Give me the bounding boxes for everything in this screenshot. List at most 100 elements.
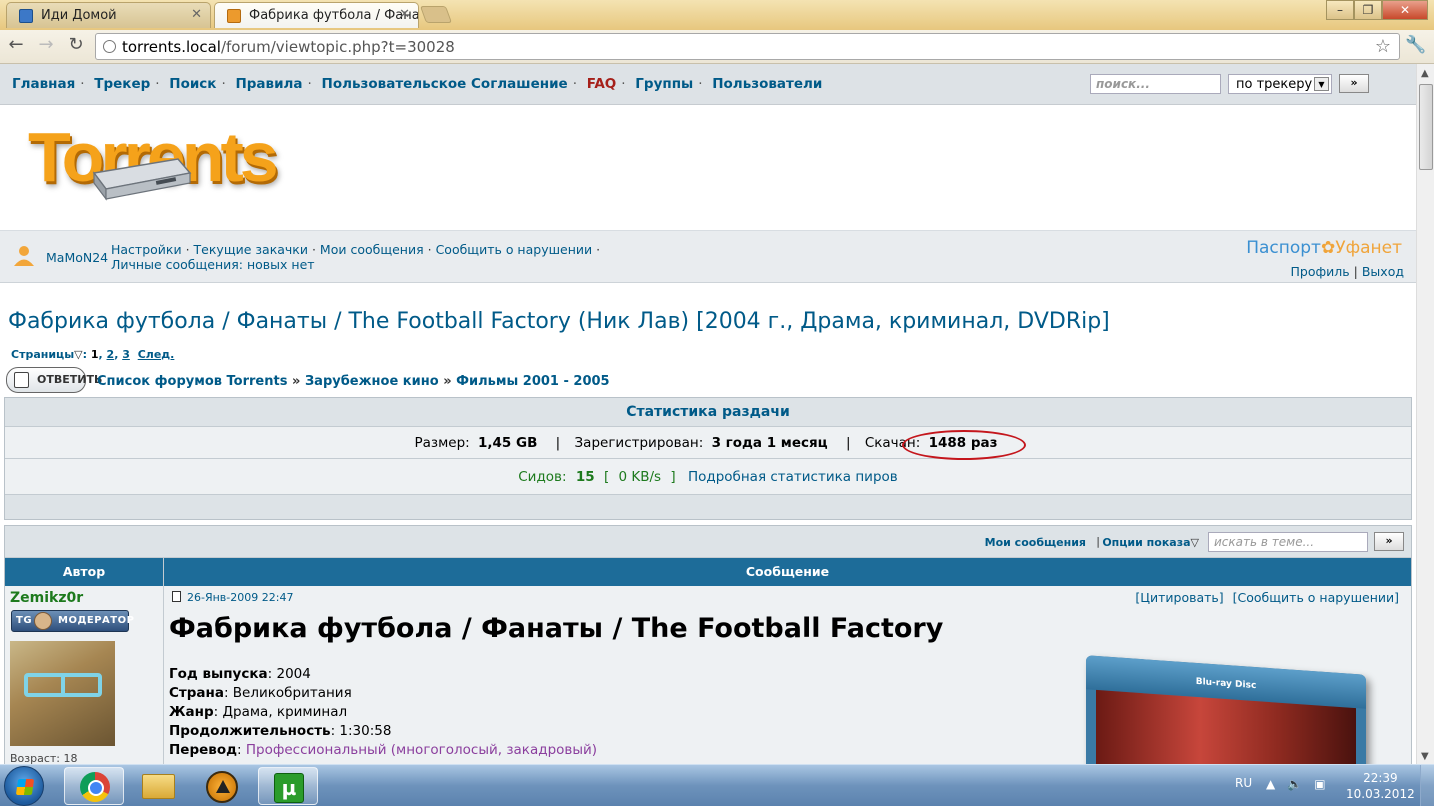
start-button[interactable]: [4, 766, 44, 806]
system-clock[interactable]: 22:39 10.03.2012: [1346, 770, 1415, 802]
nav-faq[interactable]: FAQ: [587, 76, 617, 92]
passport-links: Профиль | Выход: [1290, 264, 1404, 279]
topic-search-input[interactable]: искать в теме...: [1208, 532, 1368, 552]
taskbar-chrome[interactable]: [64, 767, 124, 805]
private-messages-link[interactable]: Личные сообщения:: [111, 257, 243, 272]
post-row: Zemikz0r TG МОДЕРАТОР Возраст: 18 26-Янв…: [5, 586, 1411, 764]
nav-tracker[interactable]: Трекер: [94, 76, 150, 92]
seeds-value: 15: [575, 469, 595, 485]
topic-title[interactable]: Фабрика футбола / Фанаты / The Football …: [8, 309, 1110, 334]
nav-search[interactable]: Поиск: [169, 76, 216, 92]
tab-football-factory[interactable]: Фабрика футбола / Фанаты ✕: [214, 2, 419, 28]
post-date[interactable]: 26-Янв-2009 22:47: [172, 591, 293, 604]
site-search-button[interactable]: »: [1339, 74, 1369, 93]
page-3-link[interactable]: 3: [122, 348, 130, 361]
seed-speed: 0 KB/s: [618, 469, 662, 485]
quote-link[interactable]: [Цитировать]: [1135, 590, 1223, 605]
wrench-icon[interactable]: 🔧: [1405, 35, 1426, 55]
page-viewport: Главная · Трекер · Поиск · Правила · Пользов…: [0, 64, 1416, 764]
username-link[interactable]: MaMoN24: [46, 250, 108, 265]
search-scope-select[interactable]: по трекеру ▼: [1228, 74, 1332, 94]
browser-titlebar: Иди Домой ✕ Фабрика футбола / Фанаты ✕ –…: [0, 0, 1434, 30]
nav-groups[interactable]: Группы: [635, 76, 693, 92]
scroll-down-icon[interactable]: ▼: [1421, 751, 1429, 762]
chevron-down-icon: ▼: [1314, 77, 1329, 91]
tab-close-icon[interactable]: ✕: [399, 7, 410, 22]
taskbar-utorrent[interactable]: µ: [258, 767, 318, 805]
pages-label: Страницы: [11, 348, 75, 361]
language-indicator[interactable]: RU: [1235, 776, 1252, 790]
scroll-up-icon[interactable]: ▲: [1421, 68, 1429, 79]
pause-icon: [19, 9, 33, 23]
logout-link[interactable]: Выход: [1362, 264, 1404, 279]
maximize-button[interactable]: ❐: [1354, 0, 1382, 20]
posts-toolbar: Мои сообщения | Опции показа▽ искать в т…: [5, 526, 1411, 558]
network-icon[interactable]: ▣: [1314, 777, 1325, 791]
reload-icon[interactable]: ↻: [64, 35, 88, 57]
private-messages-status: новых нет: [246, 257, 315, 272]
bookmark-star-icon[interactable]: ☆: [1375, 36, 1391, 57]
tab-close-icon[interactable]: ✕: [191, 7, 202, 22]
volume-icon[interactable]: 🔈: [1287, 777, 1302, 791]
window-close-button[interactable]: ✕: [1382, 0, 1428, 20]
page-2-link[interactable]: 2: [107, 348, 115, 361]
breadcrumb-forums[interactable]: Список форумов Torrents: [97, 374, 287, 389]
new-tab-button[interactable]: [419, 6, 453, 23]
nav-home[interactable]: Главная: [12, 76, 75, 92]
nav-rules[interactable]: Правила: [235, 76, 302, 92]
registered-label: Зарегистрирован:: [574, 435, 704, 451]
taskbar-aimp[interactable]: [192, 767, 252, 805]
show-desktop-button[interactable]: [1420, 765, 1434, 806]
scroll-thumb[interactable]: [1419, 84, 1433, 170]
back-icon[interactable]: ←: [4, 35, 28, 57]
nav-users[interactable]: Пользователи: [712, 76, 822, 92]
site-search-input[interactable]: поиск...: [1090, 74, 1221, 94]
author-age: Возраст: 18: [10, 752, 78, 764]
release-stats-header: Статистика раздачи: [5, 398, 1411, 427]
page-info-icon[interactable]: [103, 40, 116, 53]
current-downloads-link[interactable]: Текущие закачки: [194, 242, 308, 257]
minimize-button[interactable]: –: [1326, 0, 1354, 20]
pagination: Страницы▽: 1, 2, 3 След.: [11, 348, 175, 361]
post-author-cell: Zemikz0r TG МОДЕРАТОР Возраст: 18: [5, 586, 164, 764]
view-options-link[interactable]: Опции показа▽: [1102, 536, 1199, 549]
forward-icon[interactable]: →: [34, 35, 58, 57]
moderator-rank-badge: TG МОДЕРАТОР: [11, 610, 134, 632]
report-post-link[interactable]: [Сообщить о нарушении]: [1233, 590, 1399, 605]
field-year: Год выпуска: 2004: [169, 666, 311, 682]
nav-user-agreement[interactable]: Пользовательское Соглашение: [322, 76, 568, 92]
reply-label: ОТВЕТИТЬ: [37, 373, 103, 386]
reply-button[interactable]: ОТВЕТИТЬ: [6, 367, 102, 393]
breadcrumb-films-2001-2005[interactable]: Фильмы 2001 - 2005: [456, 374, 609, 389]
breadcrumb-foreign-films[interactable]: Зарубежное кино: [305, 374, 439, 389]
tab-idi-domoy[interactable]: Иди Домой ✕: [6, 2, 211, 28]
peer-stats-link[interactable]: Подробная статистика пиров: [688, 469, 898, 485]
next-page-link[interactable]: След.: [138, 348, 175, 361]
registered-value: 3 года 1 месяц: [711, 435, 828, 451]
folder-icon: [142, 774, 175, 799]
passport-ufanet-logo[interactable]: Паспорт✿Уфанет: [1246, 238, 1402, 258]
tray-expand-icon[interactable]: ▲: [1266, 777, 1275, 791]
release-stats: Статистика раздачи Размер: 1,45 GB | Зар…: [4, 397, 1412, 520]
report-violation-link[interactable]: Сообщить о нарушении: [436, 242, 593, 257]
pages-dropdown-icon[interactable]: ▽: [74, 348, 82, 361]
address-bar[interactable]: torrents.local/forum/viewtopic.php?t=300…: [95, 33, 1400, 60]
windows-taskbar: µ RU ▲ 🔈 ▣ 22:39 10.03.2012: [0, 764, 1434, 806]
profile-link[interactable]: Профиль: [1291, 264, 1350, 279]
rank-label: МОДЕРАТОР: [58, 615, 135, 626]
window-controls: – ❐ ✕: [1326, 0, 1428, 20]
my-posts-link[interactable]: Мои сообщения: [320, 242, 424, 257]
torrents-favicon-icon: [227, 9, 241, 23]
post-title: Фабрика футбола / Фанаты / The Football …: [169, 613, 944, 644]
taskbar-explorer[interactable]: [128, 767, 188, 805]
author-name[interactable]: Zemikz0r: [10, 590, 83, 606]
settings-link[interactable]: Настройки: [111, 242, 182, 257]
topic-search-button[interactable]: »: [1374, 532, 1404, 551]
release-fields: Год выпуска: 2004 Страна: Великобритания…: [169, 665, 597, 760]
vertical-scrollbar[interactable]: ▲ ▼: [1416, 64, 1434, 764]
user-links: Настройки · Текущие закачки · Мои сообще…: [111, 242, 601, 272]
my-posts-filter-link[interactable]: Мои сообщения: [985, 536, 1086, 549]
field-country: Страна: Великобритания: [169, 685, 352, 701]
breadcrumb: Список форумов Torrents » Зарубежное кин…: [97, 374, 610, 389]
seeds-row: Сидов: 15 [ 0 KB/s ] Подробная статистик…: [5, 459, 1411, 495]
